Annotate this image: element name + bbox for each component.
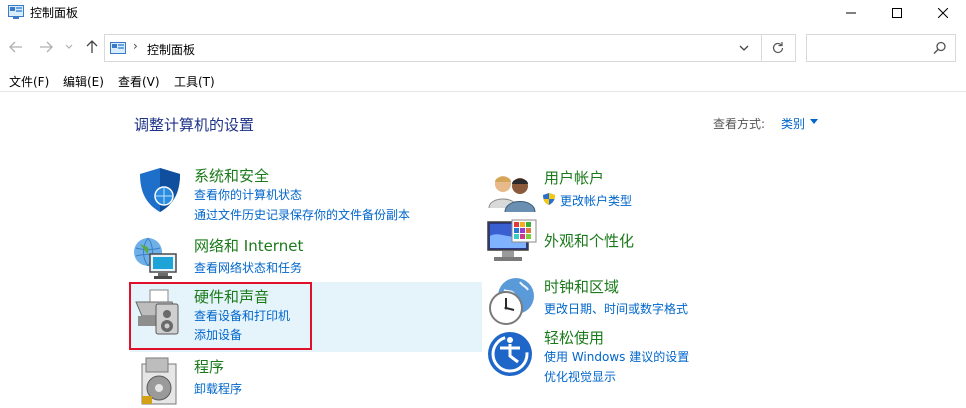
- search-icon[interactable]: [933, 41, 947, 55]
- arrow-up-icon: [86, 40, 98, 53]
- menu-file[interactable]: 文件(F): [9, 73, 49, 90]
- category-hardware-sound[interactable]: 硬件和声音: [194, 286, 269, 307]
- printer-speaker-icon[interactable]: [132, 286, 184, 338]
- minimize-icon: [846, 12, 856, 14]
- link-change-date-time-format[interactable]: 更改日期、时间或数字格式: [544, 300, 688, 317]
- link-devices-printers[interactable]: 查看设备和打印机: [194, 307, 290, 324]
- breadcrumb-separator[interactable]: ›: [133, 39, 138, 53]
- category-appearance-personalization[interactable]: 外观和个性化: [544, 230, 634, 251]
- ease-of-access-icon[interactable]: [486, 328, 538, 380]
- category-system-security[interactable]: 系统和安全: [194, 165, 269, 186]
- arrow-left-icon: [9, 41, 22, 53]
- uac-shield-icon: [543, 193, 555, 205]
- link-change-account-type[interactable]: 更改帐户类型: [560, 192, 632, 209]
- menu-edit[interactable]: 编辑(E): [63, 73, 104, 90]
- navigation-bar: › 控制面板: [0, 30, 966, 64]
- recent-locations-button[interactable]: [62, 38, 76, 56]
- category-programs[interactable]: 程序: [194, 356, 224, 377]
- breadcrumb-control-panel[interactable]: 控制面板: [147, 41, 195, 58]
- category-ease-of-access[interactable]: 轻松使用: [544, 327, 604, 348]
- category-network-internet[interactable]: 网络和 Internet: [194, 235, 303, 256]
- menu-view[interactable]: 查看(V): [118, 73, 160, 90]
- link-optimize-visual-display[interactable]: 优化视觉显示: [544, 368, 616, 385]
- up-button[interactable]: [82, 38, 102, 56]
- menu-tools[interactable]: 工具(T): [174, 73, 215, 90]
- maximize-button[interactable]: [874, 0, 920, 26]
- minimize-button[interactable]: [828, 0, 874, 26]
- window-title: 控制面板: [30, 6, 79, 20]
- control-panel-icon: [110, 42, 126, 54]
- close-button[interactable]: [920, 0, 966, 26]
- page-title: 调整计算机的设置: [134, 116, 255, 134]
- refresh-icon[interactable]: [769, 40, 787, 56]
- category-user-accounts[interactable]: 用户帐户: [544, 167, 604, 188]
- close-icon: [938, 8, 948, 18]
- chevron-down-icon: [65, 44, 73, 49]
- shield-icon[interactable]: [134, 164, 186, 216]
- link-file-history-backup[interactable]: 通过文件历史记录保存你的文件备份副本: [194, 206, 410, 223]
- maximize-icon: [892, 8, 902, 18]
- network-globe-icon[interactable]: [130, 232, 182, 284]
- link-uninstall-program[interactable]: 卸载程序: [194, 380, 242, 397]
- search-input[interactable]: [809, 37, 929, 59]
- forward-button[interactable]: [36, 38, 56, 56]
- divider: [761, 35, 762, 61]
- link-add-device[interactable]: 添加设备: [194, 326, 242, 343]
- control-panel-icon: [8, 5, 24, 19]
- caret-down-icon[interactable]: [810, 119, 818, 124]
- address-bar[interactable]: › 控制面板: [104, 34, 796, 62]
- back-button[interactable]: [6, 38, 26, 56]
- users-icon[interactable]: [486, 168, 538, 220]
- menu-bar: 文件(F) 编辑(E) 查看(V) 工具(T): [0, 70, 966, 92]
- link-network-status-tasks[interactable]: 查看网络状态和任务: [194, 259, 302, 276]
- monitor-palette-icon[interactable]: [486, 218, 538, 270]
- link-windows-recommended-settings[interactable]: 使用 Windows 建议的设置: [544, 348, 689, 365]
- title-bar: 控制面板: [0, 0, 966, 26]
- link-check-computer-status[interactable]: 查看你的计算机状态: [194, 186, 302, 203]
- view-by-label: 查看方式:: [713, 117, 766, 131]
- arrow-right-icon: [40, 41, 53, 53]
- clock-globe-icon[interactable]: [486, 276, 538, 328]
- chevron-down-icon[interactable]: [737, 42, 751, 54]
- category-clock-region[interactable]: 时钟和区域: [544, 276, 619, 297]
- search-box[interactable]: [806, 34, 956, 62]
- view-by-dropdown[interactable]: 类别: [781, 115, 805, 132]
- programs-icon[interactable]: [136, 356, 188, 408]
